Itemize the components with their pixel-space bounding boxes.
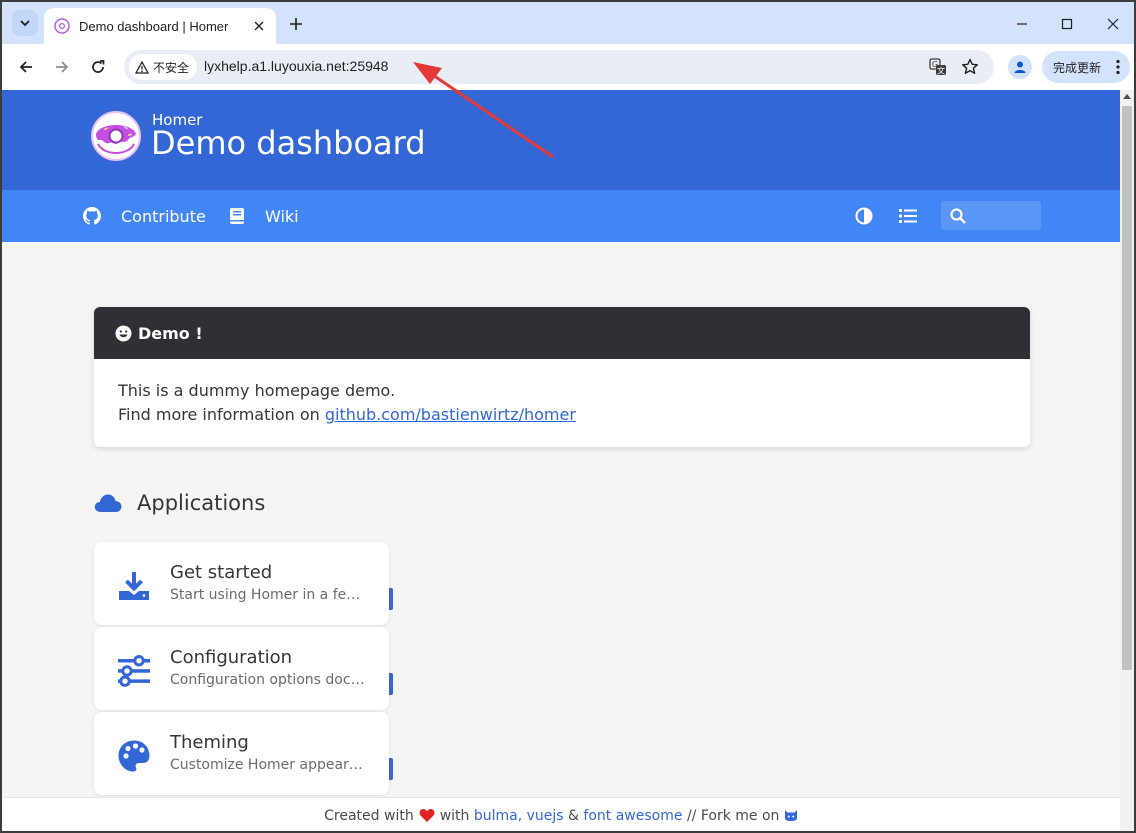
message-header: Demo ! xyxy=(94,307,1030,359)
message-line-2-prefix: Find more information on xyxy=(118,405,325,424)
card-subtitle: Configuration options documentation xyxy=(170,672,370,688)
chevron-down-icon xyxy=(20,20,30,27)
star-icon xyxy=(962,58,978,74)
card-configuration[interactable]: Configuration Configuration options docu… xyxy=(94,627,393,710)
header-hero: Homer Demo dashboard xyxy=(2,90,1120,190)
card-title: Configuration xyxy=(170,647,293,668)
scroll-up-arrow-icon[interactable] xyxy=(1123,94,1131,99)
card-subtitle: Start using Homer in a few minutes xyxy=(170,587,370,603)
tab-title: Demo dashboard | Homer xyxy=(79,18,229,34)
applications-group-title: Applications xyxy=(94,491,265,515)
address-bar[interactable]: 不安全 lyxhelp.a1.luyouxia.net:25948 G文 xyxy=(124,50,994,84)
palette-icon xyxy=(116,738,152,774)
minimize-button[interactable] xyxy=(1008,10,1036,38)
translate-icon: G文 xyxy=(929,58,946,76)
security-label: 不安全 xyxy=(153,60,190,75)
sliders-icon xyxy=(116,653,152,689)
message-line-1: This is a dummy homepage demo. xyxy=(118,381,396,400)
page-footer: Created with with bulma, vuejs & font aw… xyxy=(2,797,1120,831)
layout-toggle-button[interactable] xyxy=(898,206,918,226)
nav-link-label: Wiki xyxy=(265,206,299,226)
card-get-started[interactable]: Get started Start using Homer in a few m… xyxy=(94,542,393,625)
list-icon xyxy=(899,209,917,223)
close-icon xyxy=(1107,18,1119,30)
page-scrollbar[interactable] xyxy=(1120,90,1134,797)
theme-toggle-button[interactable] xyxy=(854,206,874,226)
maximize-icon xyxy=(1061,18,1073,30)
scrollbar-thumb[interactable] xyxy=(1122,106,1132,670)
svg-text:文: 文 xyxy=(937,66,945,76)
contrast-icon xyxy=(855,207,873,225)
update-button[interactable]: 完成更新 xyxy=(1042,51,1130,83)
new-tab-button[interactable] xyxy=(284,12,308,36)
message-title: Demo ! xyxy=(138,323,203,343)
arrow-right-icon xyxy=(56,61,69,73)
page-title: Demo dashboard xyxy=(151,124,426,162)
translate-button[interactable]: G文 xyxy=(926,55,950,79)
download-icon xyxy=(116,568,152,604)
reload-button[interactable] xyxy=(84,53,112,81)
card-title: Get started xyxy=(170,562,273,583)
arrow-left-icon xyxy=(19,61,32,73)
demo-message: Demo ! This is a dummy homepage demo. Fi… xyxy=(94,307,1030,447)
update-label: 完成更新 xyxy=(1053,60,1102,75)
footer-link-bulma-vuejs[interactable]: bulma, vuejs xyxy=(474,808,564,824)
footer-ampersand: & xyxy=(568,807,579,824)
security-chip[interactable]: 不安全 xyxy=(129,54,198,80)
more-vert-icon xyxy=(1116,59,1120,75)
search-icon xyxy=(950,208,966,224)
back-button[interactable] xyxy=(12,53,40,81)
tab-active[interactable]: Demo dashboard | Homer xyxy=(44,8,276,44)
search-input[interactable] xyxy=(941,201,1041,230)
bookmark-button[interactable] xyxy=(958,55,982,79)
homer-favicon-icon xyxy=(54,18,70,34)
browser-toolbar: 不安全 lyxhelp.a1.luyouxia.net:25948 G文 完成更… xyxy=(2,44,1134,90)
nav-link-contribute[interactable]: Contribute xyxy=(83,190,206,242)
person-icon xyxy=(1014,61,1026,73)
forward-button[interactable] xyxy=(48,53,76,81)
footer-scroll-gutter xyxy=(1120,797,1134,831)
card-accent xyxy=(389,588,393,610)
github-homer-link[interactable]: github.com/bastienwirtz/homer xyxy=(325,405,576,424)
url-text[interactable]: lyxhelp.a1.luyouxia.net:25948 xyxy=(204,58,388,74)
nav-link-label: Contribute xyxy=(121,206,206,226)
reload-icon xyxy=(92,60,105,73)
footer-with: with xyxy=(439,807,470,824)
tab-bar: Demo dashboard | Homer xyxy=(2,2,1134,44)
github-icon xyxy=(83,207,101,225)
heart-icon xyxy=(419,809,435,822)
github-cat-icon[interactable] xyxy=(784,809,798,822)
applications-title: Applications xyxy=(137,491,266,515)
message-line-2: Find more information on github.com/bast… xyxy=(118,403,1006,427)
footer-fork: // Fork me on xyxy=(686,807,780,824)
footer-link-font-awesome[interactable]: font awesome xyxy=(583,808,682,824)
maximize-button[interactable] xyxy=(1053,10,1081,38)
plus-icon xyxy=(290,18,302,30)
footer-created-with: Created with xyxy=(324,807,414,824)
book-icon xyxy=(230,208,244,224)
message-body: This is a dummy homepage demo. Find more… xyxy=(94,359,1030,447)
profile-button[interactable] xyxy=(1008,55,1032,79)
minimize-icon xyxy=(1017,23,1027,25)
tab-search-button[interactable] xyxy=(12,10,38,36)
card-accent xyxy=(389,758,393,780)
page-viewport: Homer Demo dashboard Contribute Wiki Dem… xyxy=(2,90,1120,797)
browser-window: Demo dashboard | Homer 不安全 lyxhelp.a1.lu… xyxy=(0,0,1136,833)
close-tab-icon[interactable] xyxy=(250,17,268,35)
card-theming[interactable]: Theming Customize Homer appearance xyxy=(94,712,393,795)
card-accent xyxy=(389,673,393,695)
smile-icon xyxy=(115,325,132,341)
close-window-button[interactable] xyxy=(1099,10,1127,38)
card-subtitle: Customize Homer appearance xyxy=(170,757,370,773)
warning-icon xyxy=(135,60,149,74)
card-title: Theming xyxy=(170,732,249,753)
nav-link-wiki[interactable]: Wiki xyxy=(229,190,299,242)
donut-logo-icon xyxy=(91,111,141,161)
cloud-icon xyxy=(94,494,122,512)
top-navbar: Contribute Wiki xyxy=(2,190,1120,242)
